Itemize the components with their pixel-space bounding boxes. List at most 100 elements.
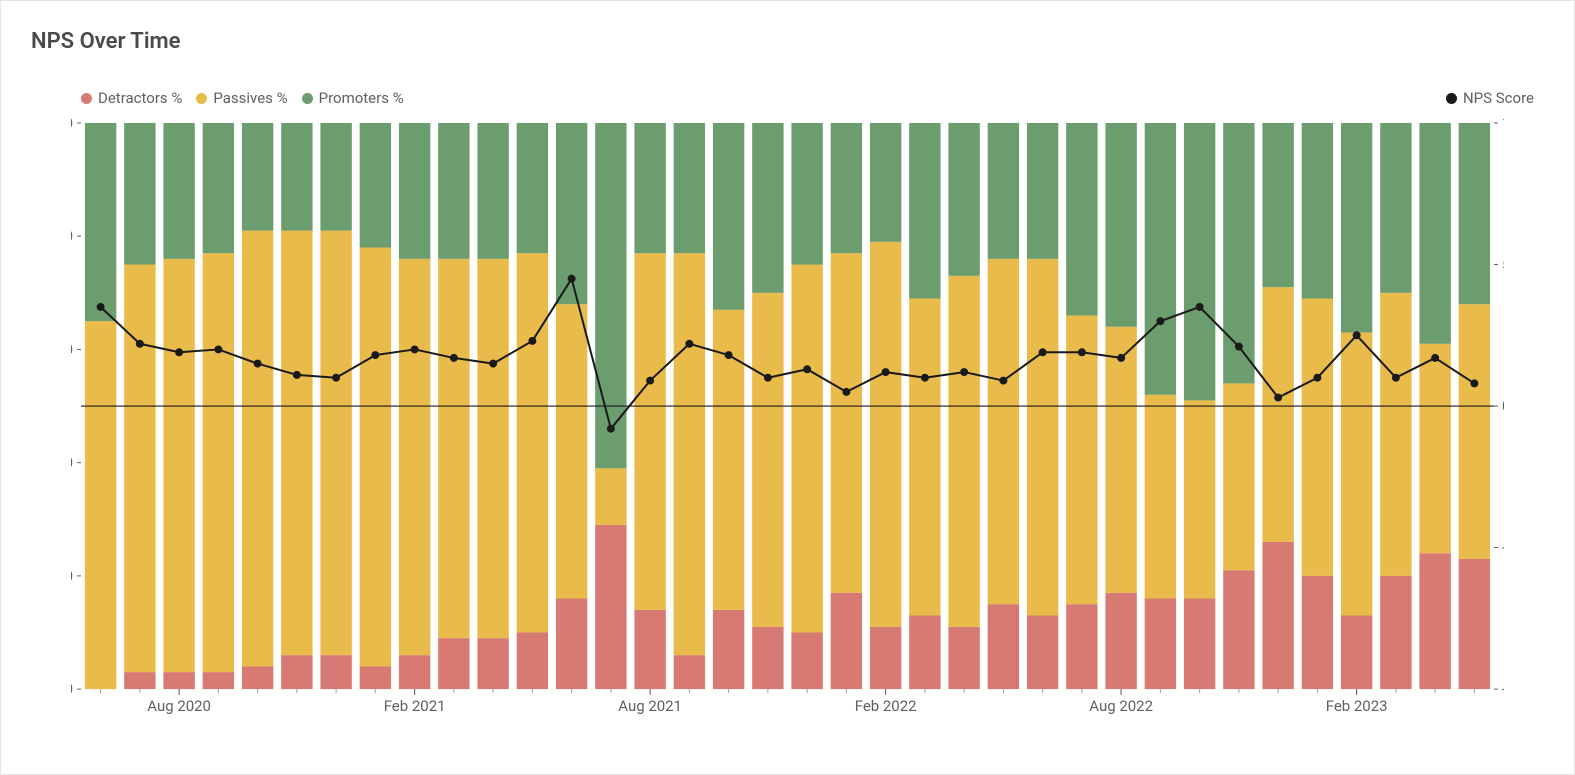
x-tick-label: Aug 2020 bbox=[147, 697, 211, 715]
bar-promoters bbox=[752, 123, 783, 293]
bar-promoters bbox=[85, 123, 116, 321]
bar-detractors bbox=[1223, 570, 1254, 689]
bar-passives bbox=[1380, 293, 1411, 576]
bar-promoters bbox=[203, 123, 234, 253]
y-left-tick-label: 60 bbox=[71, 340, 73, 358]
legend-label-nps: NPS Score bbox=[1463, 89, 1534, 107]
bar-detractors bbox=[1262, 542, 1293, 689]
bar-detractors bbox=[1105, 593, 1136, 689]
nps-point bbox=[528, 337, 536, 345]
nps-point bbox=[842, 388, 850, 396]
bar-promoters bbox=[674, 123, 705, 253]
y-right-tick-label: -100 bbox=[1502, 680, 1504, 698]
bar-passives bbox=[909, 298, 940, 615]
bar-promoters bbox=[870, 123, 901, 242]
bar-promoters bbox=[1184, 123, 1215, 400]
nps-point bbox=[882, 368, 890, 376]
bar-detractors bbox=[831, 593, 862, 689]
bar-passives bbox=[360, 248, 391, 667]
bar-passives bbox=[1066, 315, 1097, 604]
y-right-tick-label: 50 bbox=[1502, 256, 1504, 274]
bar-detractors bbox=[242, 666, 273, 689]
bar-passives bbox=[791, 265, 822, 633]
bar-detractors bbox=[791, 632, 822, 689]
nps-point bbox=[332, 374, 340, 382]
bar-passives bbox=[85, 321, 116, 689]
bar-detractors bbox=[1027, 616, 1058, 690]
bar-passives bbox=[1419, 344, 1450, 553]
bar-promoters bbox=[281, 123, 312, 231]
bar-passives bbox=[281, 231, 312, 656]
nps-point bbox=[489, 360, 497, 368]
nps-point bbox=[254, 360, 262, 368]
bar-passives bbox=[399, 259, 430, 655]
nps-point bbox=[1392, 374, 1400, 382]
nps-point bbox=[607, 425, 615, 433]
nps-point bbox=[97, 303, 105, 311]
bar-promoters bbox=[948, 123, 979, 276]
bar-detractors bbox=[870, 627, 901, 689]
legend-item-nps: NPS Score bbox=[1446, 89, 1534, 107]
bar-detractors bbox=[1419, 553, 1450, 689]
bar-passives bbox=[674, 253, 705, 655]
bar-detractors bbox=[1302, 576, 1333, 689]
bar-detractors bbox=[360, 666, 391, 689]
nps-point bbox=[1313, 374, 1321, 382]
bar-passives bbox=[438, 259, 469, 638]
y-left-tick-label: 80 bbox=[71, 227, 73, 245]
nps-point bbox=[764, 374, 772, 382]
bar-detractors bbox=[948, 627, 979, 689]
bar-detractors bbox=[124, 672, 155, 689]
bar-promoters bbox=[242, 123, 273, 231]
bar-detractors bbox=[556, 599, 587, 690]
x-tick-label: Aug 2021 bbox=[618, 697, 682, 715]
bar-detractors bbox=[595, 525, 626, 689]
legend-swatch-nps bbox=[1446, 93, 1457, 104]
bar-detractors bbox=[1145, 599, 1176, 690]
chart-title: NPS Over Time bbox=[31, 29, 181, 54]
nps-point bbox=[1431, 354, 1439, 362]
x-tick-label: Feb 2021 bbox=[384, 697, 446, 715]
nps-point bbox=[1353, 331, 1361, 339]
bar-detractors bbox=[1380, 576, 1411, 689]
nps-point bbox=[1078, 348, 1086, 356]
nps-point bbox=[1470, 379, 1478, 387]
bar-detractors bbox=[909, 616, 940, 690]
legend-item-detractors: Detractors % bbox=[81, 89, 182, 107]
bar-passives bbox=[1302, 298, 1333, 575]
bar-promoters bbox=[1380, 123, 1411, 293]
nps-point bbox=[1196, 303, 1204, 311]
legend-right-group: NPS Score bbox=[1446, 89, 1534, 107]
bar-passives bbox=[556, 304, 587, 598]
bar-promoters bbox=[831, 123, 862, 253]
legend-label-detractors: Detractors % bbox=[98, 89, 182, 107]
bar-passives bbox=[1459, 304, 1490, 559]
bar-passives bbox=[752, 293, 783, 627]
bar-passives bbox=[595, 468, 626, 525]
y-right-tick-label: 0 bbox=[1502, 397, 1504, 415]
bar-passives bbox=[948, 276, 979, 627]
x-tick-label: Aug 2022 bbox=[1089, 697, 1153, 715]
bar-detractors bbox=[674, 655, 705, 689]
bar-passives bbox=[242, 231, 273, 667]
bar-detractors bbox=[438, 638, 469, 689]
bar-passives bbox=[1027, 259, 1058, 616]
y-left-tick-label: 40 bbox=[71, 454, 73, 472]
y-left-tick-label: 20 bbox=[71, 567, 73, 585]
bar-promoters bbox=[791, 123, 822, 265]
nps-point bbox=[568, 275, 576, 283]
nps-point bbox=[1274, 394, 1282, 402]
legend-swatch-promoters bbox=[302, 93, 313, 104]
nps-point bbox=[921, 374, 929, 382]
nps-point bbox=[293, 371, 301, 379]
y-left-tick-label: 100 bbox=[71, 119, 73, 132]
bar-passives bbox=[124, 265, 155, 673]
bar-detractors bbox=[517, 632, 548, 689]
x-tick-label: Feb 2023 bbox=[1326, 697, 1388, 715]
bar-promoters bbox=[1066, 123, 1097, 315]
bar-detractors bbox=[713, 610, 744, 689]
bar-promoters bbox=[320, 123, 351, 231]
bar-passives bbox=[1184, 400, 1215, 598]
nps-point bbox=[371, 351, 379, 359]
bar-promoters bbox=[713, 123, 744, 310]
